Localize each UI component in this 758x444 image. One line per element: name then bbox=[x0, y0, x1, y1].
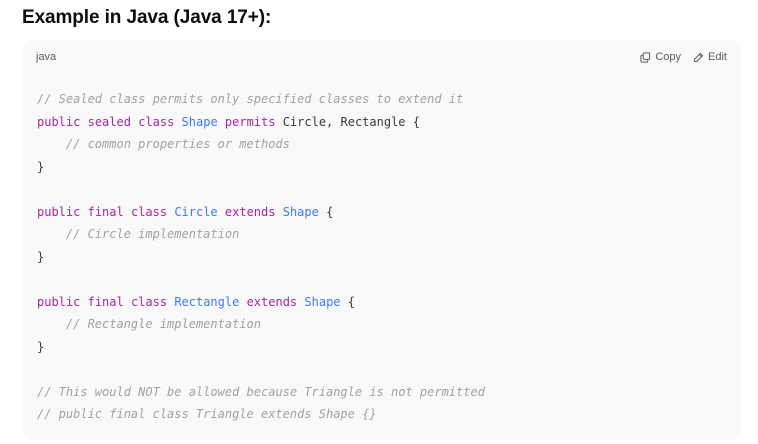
code-token-comment: // common properties or methods bbox=[65, 137, 290, 151]
code-content: // Sealed class permits only specified c… bbox=[37, 88, 731, 426]
code-token-comment: // Sealed class permits only specified c… bbox=[37, 92, 464, 106]
code-line: // This would NOT be allowed because Tri… bbox=[37, 381, 731, 404]
code-token-type: Circle bbox=[174, 204, 218, 219]
code-token-keyword: extends bbox=[246, 294, 298, 309]
code-token-type: Shape bbox=[282, 204, 319, 219]
code-line: public final class Circle extends Shape … bbox=[37, 201, 731, 224]
code-token-plain: { bbox=[318, 204, 334, 219]
code-token-keyword: class bbox=[138, 114, 175, 129]
code-token-plain: Circle, Rectangle { bbox=[275, 114, 420, 129]
code-token-comment: // Rectangle implementation bbox=[65, 317, 261, 331]
code-token-keyword: extends bbox=[224, 204, 276, 219]
code-line: // public final class Triangle extends S… bbox=[37, 403, 731, 426]
code-line: } bbox=[37, 246, 731, 269]
code-token-comment: // This would NOT be allowed because Tri… bbox=[37, 384, 485, 399]
code-line: public final class Rectangle extends Sha… bbox=[37, 291, 731, 314]
code-token-plain: { bbox=[340, 294, 355, 309]
code-line: // common properties or methods bbox=[37, 133, 731, 156]
code-language-label: java bbox=[36, 51, 57, 63]
code-token-keyword: final bbox=[87, 294, 124, 309]
code-token-comment: // Circle implementation bbox=[65, 227, 240, 241]
code-line: } bbox=[37, 156, 731, 179]
code-token-keyword: sealed bbox=[87, 114, 131, 129]
code-actions: Copy Edit bbox=[640, 49, 727, 65]
code-token-type: Shape bbox=[181, 114, 218, 129]
section-heading: Example in Java (Java 17+): bbox=[22, 7, 272, 28]
code-token-keyword: class bbox=[130, 294, 168, 309]
code-token-keyword: final bbox=[87, 204, 124, 219]
code-block-header: java Copy Edit bbox=[22, 40, 741, 74]
copy-icon bbox=[640, 51, 651, 63]
edit-button[interactable]: Edit bbox=[693, 49, 727, 65]
code-token-keyword: public bbox=[37, 114, 81, 129]
code-token-plain: } bbox=[37, 159, 45, 174]
code-block: java Copy Edit // Sealed class permits o… bbox=[22, 40, 741, 440]
code-token-keyword: permits bbox=[224, 114, 276, 129]
edit-icon bbox=[693, 52, 704, 62]
code-token-type: Shape bbox=[304, 294, 341, 309]
code-token-keyword: public bbox=[37, 204, 81, 219]
code-token-keyword: class bbox=[130, 204, 168, 219]
copy-button-label: Copy bbox=[655, 51, 682, 63]
code-line: // Circle implementation bbox=[37, 223, 731, 246]
code-token-plain: } bbox=[37, 249, 45, 264]
copy-button[interactable]: Copy bbox=[640, 49, 681, 65]
code-line: public sealed class Shape permits Circle… bbox=[37, 111, 731, 134]
code-token-type: Rectangle bbox=[174, 294, 240, 309]
code-token-plain: } bbox=[37, 339, 45, 354]
code-token-keyword: public bbox=[37, 294, 81, 309]
code-line: // Rectangle implementation bbox=[37, 313, 731, 336]
code-line: // Sealed class permits only specified c… bbox=[37, 88, 731, 111]
code-token-comment: // public final class Triangle extends S… bbox=[37, 407, 377, 421]
edit-button-label: Edit bbox=[708, 51, 727, 63]
code-line: } bbox=[37, 336, 731, 359]
